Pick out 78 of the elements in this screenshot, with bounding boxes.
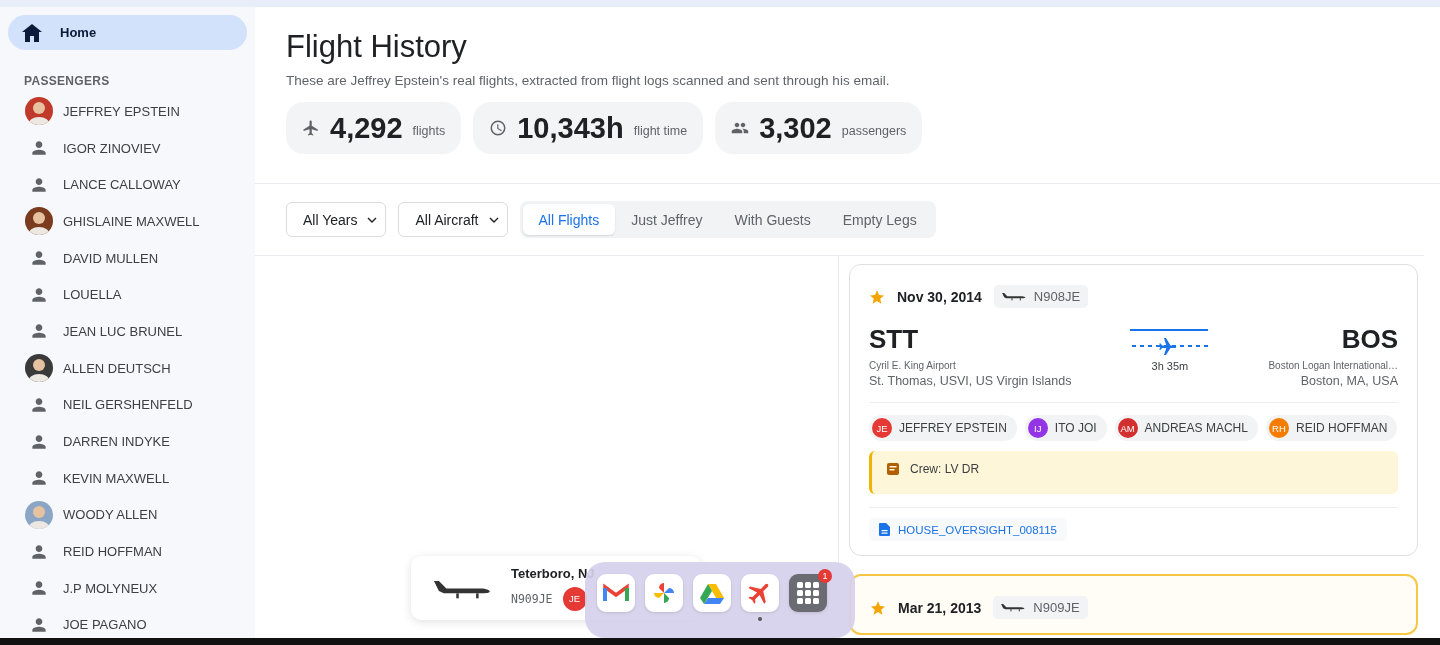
note-text: Crew: LV DR: [910, 462, 980, 476]
flight-duration: 3h 35m: [1151, 360, 1189, 372]
passenger-chip[interactable]: RH REID HOFFMAN: [1265, 415, 1398, 441]
home-nav-item[interactable]: Home: [8, 15, 247, 50]
popup-place: Teterboro, NJ: [511, 565, 595, 581]
passenger-link[interactable]: JEFFREY EPSTEIN: [63, 103, 180, 119]
passenger-link[interactable]: JOE PAGANO: [63, 617, 147, 633]
popup-tail-number: N909JE: [511, 591, 553, 606]
jet-icon: [999, 291, 1026, 302]
filter-tab[interactable]: Just Jeffrey: [615, 204, 719, 235]
filter-select[interactable]: All Aircraft: [398, 202, 508, 237]
passenger-name: REID HOFFMAN: [1295, 421, 1388, 435]
flight-date: Mar 21, 2013: [898, 599, 982, 616]
passenger-link[interactable]: GHISLAINE MAXWELL: [63, 213, 200, 229]
note-icon: [886, 462, 900, 476]
stat-value: 3,302: [759, 111, 832, 145]
passenger-link[interactable]: NEIL GERSHENFELD: [63, 397, 193, 413]
filter-tab[interactable]: All Flights: [522, 204, 616, 235]
filter-select[interactable]: All Years: [286, 202, 387, 237]
dock-app-button[interactable]: [597, 574, 635, 612]
source-document-link[interactable]: HOUSE_OVERSIGHT_008115: [869, 518, 1067, 541]
app-grid-icon: [797, 582, 819, 604]
airport-name: Cyril E. King Airport: [869, 360, 956, 371]
passenger-link[interactable]: JEAN LUC BRUNEL: [63, 323, 183, 339]
stat-label: flights: [412, 123, 446, 138]
dock-app-button[interactable]: [645, 574, 683, 612]
filter-tab[interactable]: With Guests: [718, 204, 827, 235]
airport-name: Boston Logan International…: [1268, 360, 1398, 371]
page-subtitle: These are Jeffrey Epstein's real flights, extracted from flight logs scanned and sent through his email.: [286, 73, 891, 88]
tail-number-chip: N909JE: [993, 596, 1088, 619]
passenger-link[interactable]: DAVID MULLEN: [63, 250, 159, 266]
stat-value: 4,292: [330, 111, 403, 145]
airport-code: BOS: [1341, 324, 1398, 355]
jet-icon: [999, 602, 1026, 613]
passenger-link[interactable]: DARREN INDYKE: [63, 434, 170, 450]
passenger-link[interactable]: REID HOFFMAN: [63, 544, 162, 560]
section-title: PASSENGERS: [24, 74, 111, 88]
flight-date: Nov 30, 2014: [897, 288, 982, 305]
mail-icon: [603, 583, 629, 603]
passenger-chip[interactable]: IJ ITO JOI: [1024, 415, 1107, 441]
passenger-link[interactable]: WOODY ALLEN: [63, 507, 158, 523]
initials-avatar: IJ: [1027, 418, 1048, 438]
passenger-name: ITO JOI: [1054, 421, 1097, 435]
tail-number-chip: N908JE: [993, 285, 1089, 308]
passenger-chip[interactable]: JE JEFFREY EPSTEIN: [869, 415, 1017, 441]
notification-badge: 1: [818, 569, 832, 583]
passenger-link[interactable]: ALLEN DEUTSCH: [63, 360, 171, 376]
star-icon: [870, 599, 886, 616]
triangle-icon: [699, 582, 725, 604]
dock-app-button[interactable]: [693, 574, 731, 612]
passenger-link[interactable]: IGOR ZINOVIEV: [63, 140, 161, 156]
passenger-link[interactable]: J.P MOLYNEUX: [63, 580, 158, 596]
passenger-chip[interactable]: AM ANDREAS MACHL: [1114, 415, 1258, 441]
airport-code: STT: [869, 324, 919, 355]
initials-avatar: AM: [1117, 418, 1138, 438]
initials-avatar: JE: [562, 586, 587, 611]
city-name: St. Thomas, USVI, US Virgin Islands: [869, 374, 1072, 388]
clock-icon: [489, 119, 508, 137]
pinwheel-icon: [651, 580, 677, 606]
passenger-link[interactable]: LOUELLA: [63, 287, 122, 303]
passenger-name: ANDREAS MACHL: [1144, 421, 1248, 435]
initials-avatar: RH: [1268, 418, 1289, 438]
stat-label: passengers: [841, 123, 907, 138]
airplane-icon: [302, 119, 320, 137]
document-icon: [879, 523, 890, 536]
passenger-name: JEFFREY EPSTEIN: [899, 421, 1007, 435]
stat-label: flight time: [633, 123, 688, 138]
star-icon: [869, 288, 885, 305]
page-title: Flight History: [286, 29, 468, 65]
passenger-link[interactable]: LANCE CALLOWAY: [63, 177, 181, 193]
dock-app-button[interactable]: [741, 574, 779, 612]
stat-value: 10,343h: [517, 111, 624, 145]
filter-tab[interactable]: Empty Legs: [826, 204, 933, 235]
initials-avatar: JE: [872, 418, 892, 438]
dock-app-button[interactable]: [789, 574, 827, 612]
passenger-link[interactable]: KEVIN MAXWELL: [63, 470, 170, 486]
home-icon: [22, 23, 42, 42]
city-name: Boston, MA, USA: [1300, 374, 1398, 388]
